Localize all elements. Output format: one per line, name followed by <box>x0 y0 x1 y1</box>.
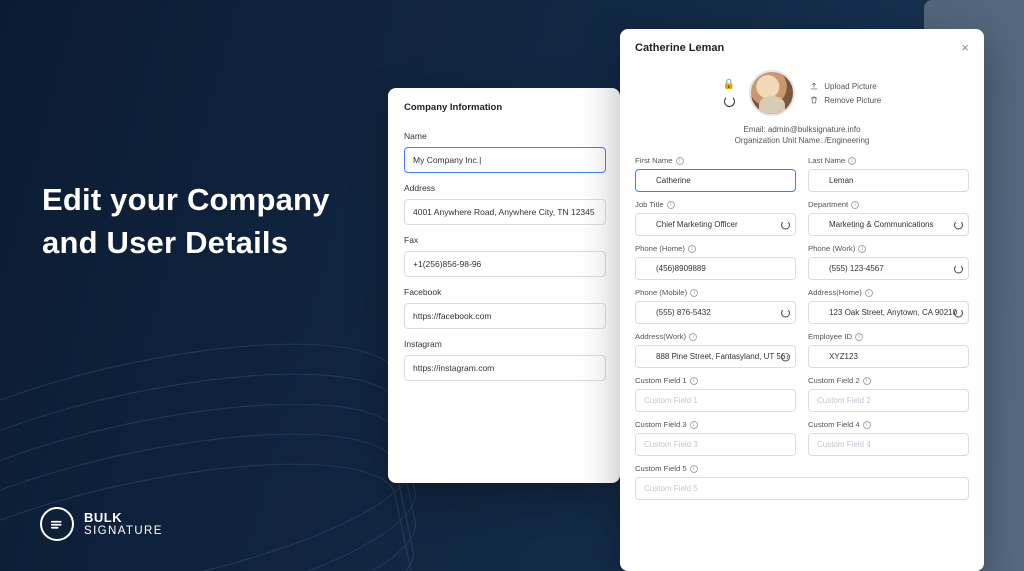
info-icon[interactable]: i <box>848 157 856 165</box>
info-icon[interactable]: i <box>667 201 675 209</box>
company-instagram-label: Instagram <box>404 339 606 349</box>
address-work-input[interactable] <box>635 345 796 368</box>
department-label: Department <box>808 200 848 209</box>
cf1-input[interactable] <box>635 389 796 412</box>
last-name-label: Last Name <box>808 156 845 165</box>
spinner-icon <box>781 308 790 317</box>
info-icon[interactable]: i <box>858 245 866 253</box>
spinner-icon <box>724 96 735 107</box>
info-icon[interactable]: i <box>690 421 698 429</box>
company-fax-input[interactable] <box>404 251 606 277</box>
headline-line-1: Edit your Company <box>42 178 330 221</box>
phone-work-label: Phone (Work) <box>808 244 855 253</box>
info-icon[interactable]: i <box>863 421 871 429</box>
spinner-icon <box>954 220 963 229</box>
company-info-title: Company Information <box>404 102 606 113</box>
info-icon[interactable]: i <box>690 465 698 473</box>
address-work-label: Address(Work) <box>635 332 686 341</box>
employee-id-input[interactable] <box>808 345 969 368</box>
brand-logo-mark <box>40 507 74 541</box>
cf2-input[interactable] <box>808 389 969 412</box>
cf4-input[interactable] <box>808 433 969 456</box>
spinner-icon <box>781 220 790 229</box>
avatar <box>749 70 795 116</box>
spinner-icon <box>781 352 790 361</box>
address-home-label: Address(Home) <box>808 288 862 297</box>
phone-mobile-input[interactable] <box>635 301 796 324</box>
phone-work-input[interactable] <box>808 257 969 280</box>
user-meta: Email: admin@bulksignature.info Organiza… <box>635 124 969 146</box>
close-icon[interactable]: × <box>961 41 969 54</box>
first-name-label: First Name <box>635 156 673 165</box>
cf5-input[interactable] <box>635 477 969 500</box>
spinner-icon <box>954 264 963 273</box>
trash-icon <box>809 95 819 105</box>
info-icon[interactable]: i <box>690 377 698 385</box>
info-icon[interactable]: i <box>689 333 697 341</box>
company-address-label: Address <box>404 183 606 193</box>
phone-home-input[interactable] <box>635 257 796 280</box>
avatar-lock-spinner: 🔒 <box>723 79 735 107</box>
company-facebook-input[interactable] <box>404 303 606 329</box>
company-name-input[interactable] <box>404 147 606 173</box>
job-title-label: Job Title <box>635 200 664 209</box>
brand-logo-text: BULK SIGNATURE <box>84 511 163 537</box>
last-name-input[interactable] <box>808 169 969 192</box>
info-icon[interactable]: i <box>676 157 684 165</box>
cf3-label: Custom Field 3 <box>635 420 687 429</box>
company-info-panel: Company Information Name Address Fax Fac… <box>388 88 620 483</box>
lock-icon: 🔒 <box>723 79 735 90</box>
company-name-label: Name <box>404 131 606 141</box>
first-name-input[interactable] <box>635 169 796 192</box>
cf5-label: Custom Field 5 <box>635 464 687 473</box>
remove-picture-button[interactable]: Remove Picture <box>809 95 881 105</box>
user-details-modal: Catherine Leman × 🔒 Upload Picture Remov… <box>620 29 984 571</box>
info-icon[interactable]: i <box>688 245 696 253</box>
employee-id-label: Employee ID <box>808 332 852 341</box>
cf1-label: Custom Field 1 <box>635 376 687 385</box>
brand-logo: BULK SIGNATURE <box>40 507 163 541</box>
info-icon[interactable]: i <box>863 377 871 385</box>
upload-picture-button[interactable]: Upload Picture <box>809 81 881 91</box>
info-icon[interactable]: i <box>690 289 698 297</box>
company-address-input[interactable] <box>404 199 606 225</box>
spinner-icon <box>954 308 963 317</box>
phone-home-label: Phone (Home) <box>635 244 685 253</box>
company-fax-label: Fax <box>404 235 606 245</box>
user-modal-title: Catherine Leman <box>635 42 724 54</box>
signature-lines-icon <box>48 515 66 533</box>
info-icon[interactable]: i <box>851 201 859 209</box>
phone-mobile-label: Phone (Mobile) <box>635 288 687 297</box>
job-title-input[interactable] <box>635 213 796 236</box>
upload-icon <box>809 81 819 91</box>
cf3-input[interactable] <box>635 433 796 456</box>
info-icon[interactable]: i <box>855 333 863 341</box>
company-facebook-label: Facebook <box>404 287 606 297</box>
cf2-label: Custom Field 2 <box>808 376 860 385</box>
address-home-input[interactable] <box>808 301 969 324</box>
company-instagram-input[interactable] <box>404 355 606 381</box>
info-icon[interactable]: i <box>865 289 873 297</box>
marketing-headline: Edit your Company and User Details <box>42 178 330 265</box>
cf4-label: Custom Field 4 <box>808 420 860 429</box>
headline-line-2: and User Details <box>42 221 330 264</box>
department-input[interactable] <box>808 213 969 236</box>
